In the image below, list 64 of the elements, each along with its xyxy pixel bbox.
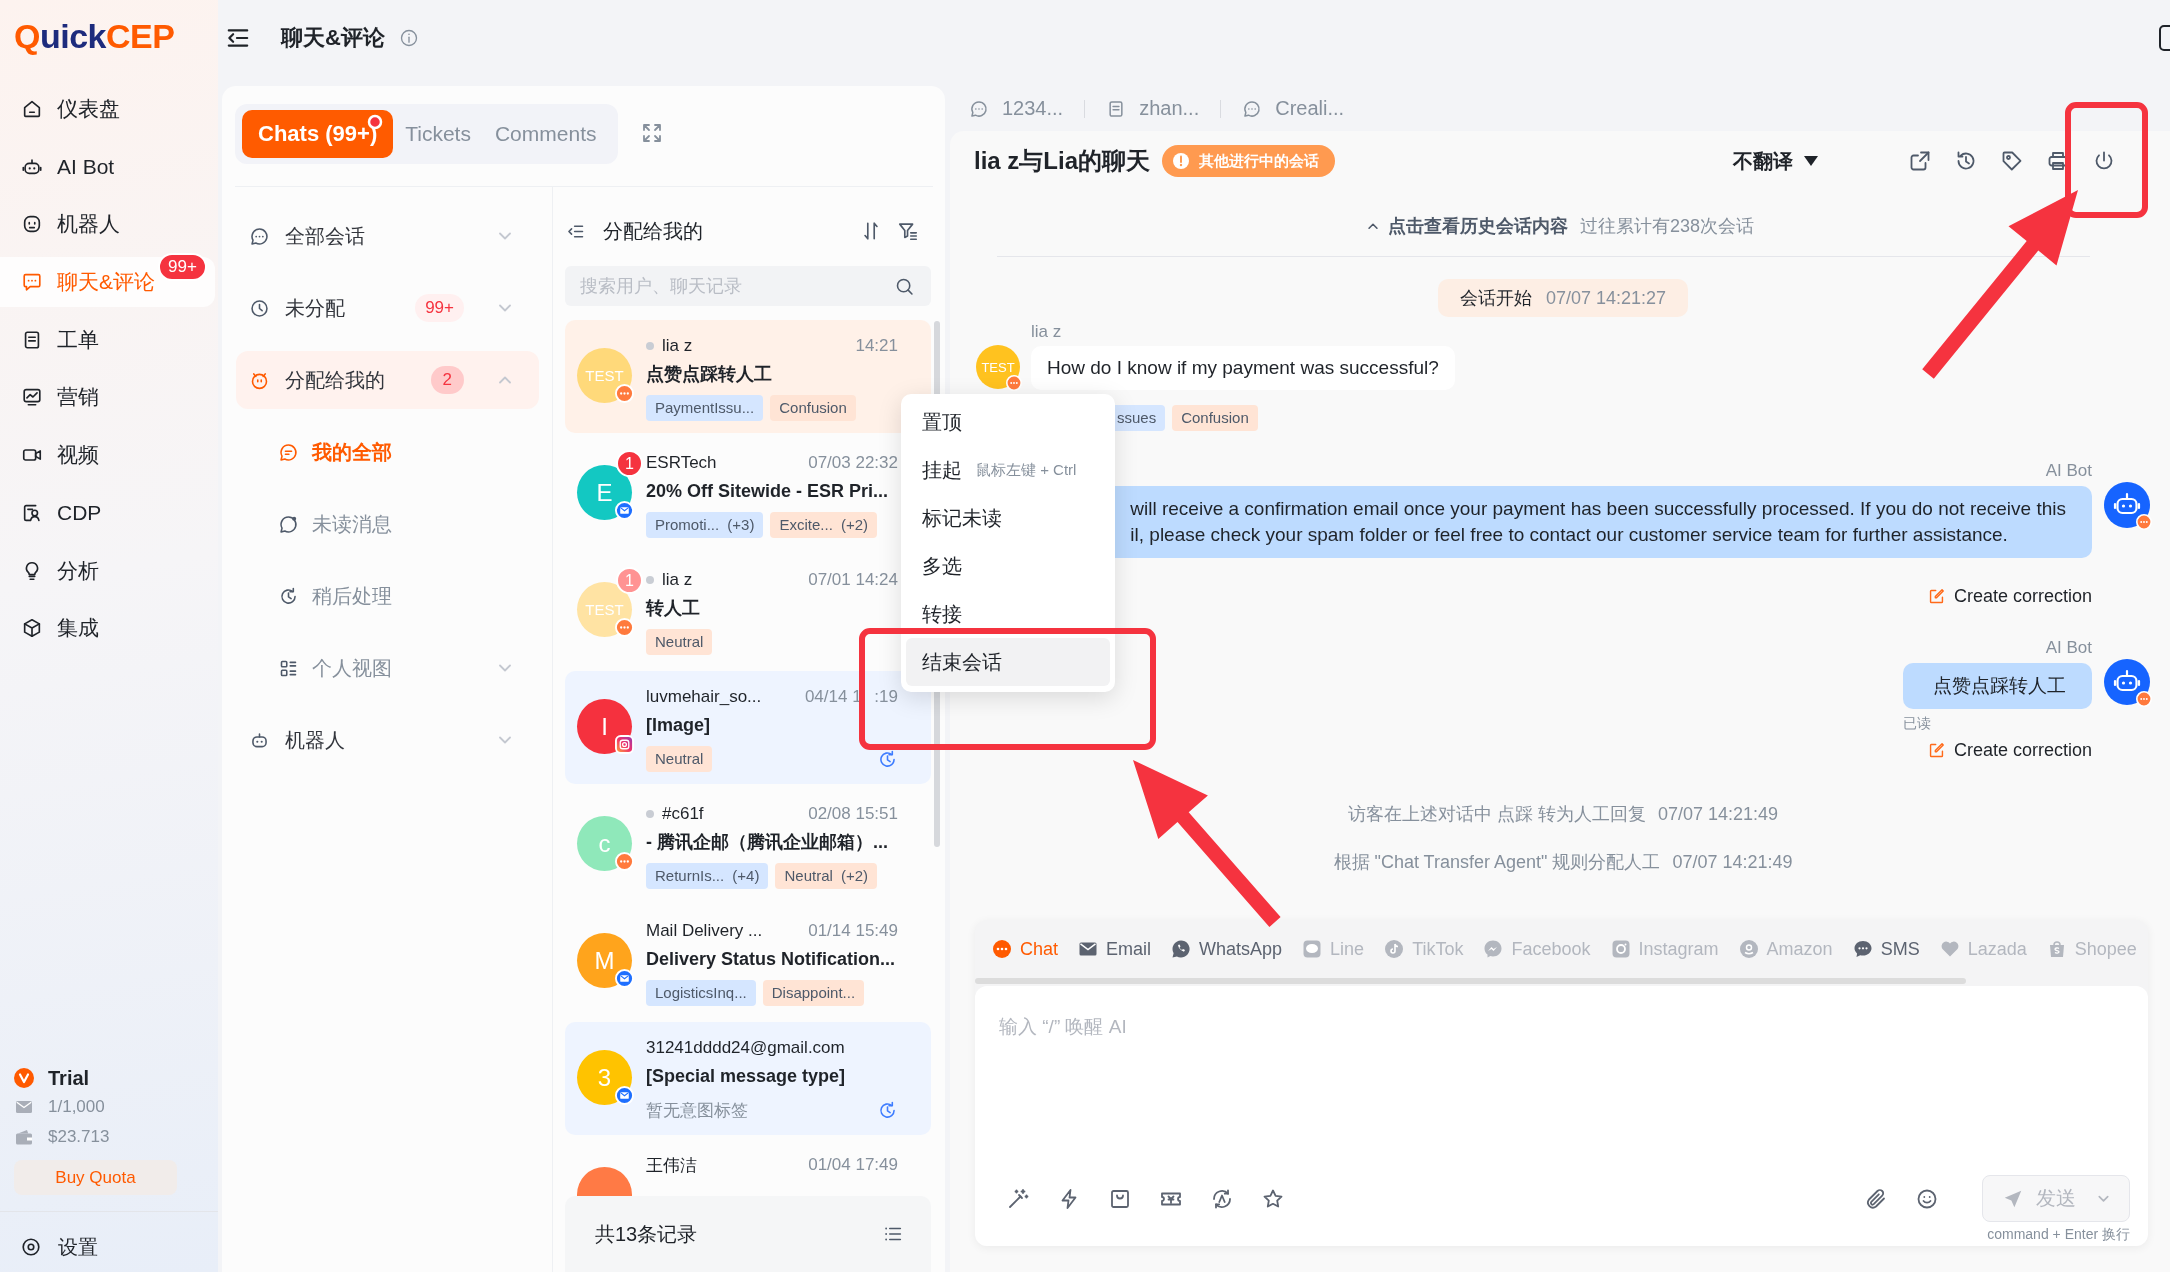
message-bubble: 点赞点踩转人工 <box>1903 663 2092 709</box>
sender-name: lia z <box>1031 322 1062 342</box>
message-preview: 点赞点踩转人工 <box>646 363 773 386</box>
avatar: M <box>577 933 632 988</box>
timestamp: 07/07 14:21:49 <box>1657 803 1779 825</box>
count-badge: 99+ <box>415 294 464 322</box>
list-title: 分配给我的 <box>603 218 703 244</box>
count-badge: 2 <box>430 366 464 394</box>
shortcut-label: 鼠标左键 + Ctrl <box>976 460 1077 480</box>
timestamp: 07/03 22:32 <box>808 453 898 473</box>
timestamp: 14:21 <box>855 336 898 356</box>
chat-title: lia z与Lia的聊天 <box>974 146 1151 176</box>
message-preview: Delivery Status Notification... <box>646 948 897 971</box>
empty-tags-note: 暂无意图标签 <box>646 1099 748 1122</box>
message-bubble: How do I know if my payment was successful? <box>1031 346 1455 390</box>
message-preview: - 腾讯企邮（腾讯企业邮箱）... <box>646 831 889 854</box>
record-count: 共13条记录 <box>595 1221 698 1247</box>
tag: Confusion <box>770 395 856 421</box>
contact-name: lia z <box>662 336 693 356</box>
avatar: TEST <box>577 348 632 403</box>
count-badge: 99+ <box>158 253 207 282</box>
tag: Promoti... (+3) <box>646 512 764 538</box>
contact-name: 王伟洁 <box>646 1154 697 1177</box>
contact-name: ESRTech <box>646 453 717 473</box>
tag: Confusion <box>1172 405 1258 431</box>
contact-name: lia z <box>662 570 693 590</box>
timestamp: 01/14 15:49 <box>808 921 898 941</box>
session-label: 会话开始 <box>1459 287 1532 310</box>
tag: Neutral (+2) <box>775 863 878 889</box>
page-title: 聊天&评论 <box>281 24 385 52</box>
timestamp: 02/08 15:51 <box>808 804 898 824</box>
contact-name: Mail Delivery ... <box>646 921 763 941</box>
tag: Excite... (+2) <box>770 512 878 538</box>
logo: QuickCEP <box>13 15 176 57</box>
avatar: 3 <box>577 1050 632 1105</box>
read-status: 已读 <box>1903 714 1931 733</box>
tag: PaymentIssu... <box>646 395 764 421</box>
system-message: 访客在上述对话中 点踩 转为人工回复 <box>1347 803 1646 826</box>
tag: ReturnIs... (+4) <box>646 863 769 889</box>
message-preview: 20% Off Sitewide - ESR Pri... <box>646 480 890 503</box>
tag: Neutral <box>646 746 713 772</box>
timestamp: 01/04 17:49 <box>808 1155 898 1175</box>
message-preview: [Special message type] <box>646 1065 847 1088</box>
balance: $23.713 <box>48 1127 110 1147</box>
tag: LogisticsInq... <box>646 980 756 1006</box>
avatar: c <box>577 816 632 871</box>
tag: Neutral <box>646 629 713 655</box>
tag: Disappoint... <box>762 980 865 1006</box>
system-message: 根据 "Chat Transfer Agent" 规则分配人工 <box>1333 851 1661 874</box>
contact-name: #c61f <box>662 804 704 824</box>
sender-name: AI Bot <box>2045 461 2092 481</box>
contact-name: 31241dddd24@gmail.com <box>646 1038 845 1058</box>
timestamp: 07/07 14:21:27 <box>1545 287 1667 309</box>
contact-name: luvmehair_so... <box>646 687 762 707</box>
plan-name: Trial <box>48 1066 90 1090</box>
message-preview: 转人工 <box>646 597 701 620</box>
message-quota: 1/1,000 <box>48 1097 105 1117</box>
shortcut-hint: command + Enter 换行 <box>1987 1225 2130 1244</box>
timestamp: 07/01 14:24 <box>808 570 898 590</box>
sender-name: AI Bot <box>2045 638 2092 658</box>
timestamp: 07/07 14:21:49 <box>1672 851 1793 873</box>
avatar: TEST <box>976 345 1020 389</box>
history-count: 过往累计有238次会话 <box>1579 215 1754 238</box>
message-preview: [Image] <box>646 714 711 737</box>
